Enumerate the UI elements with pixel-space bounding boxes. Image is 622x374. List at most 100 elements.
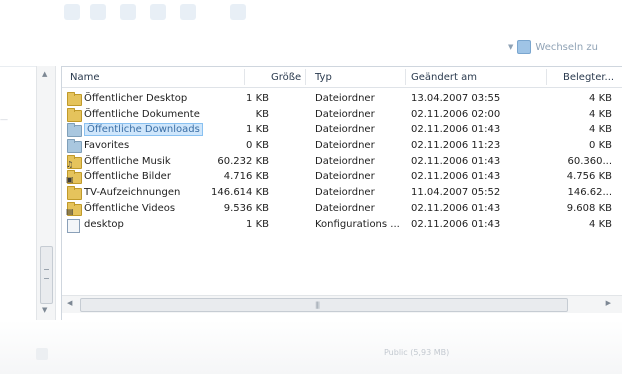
- file-name: Öffentliche Bilder: [84, 171, 171, 183]
- file-type: Dateiordner: [315, 108, 375, 120]
- file-date: 02.11.2006 11:23: [411, 140, 501, 152]
- column-header-date[interactable]: Geändert am: [411, 72, 477, 83]
- file-type: Dateiordner: [315, 124, 375, 136]
- goto-label: Wechseln zu: [535, 41, 598, 53]
- file-date: 02.11.2006 01:43: [411, 218, 501, 230]
- grip-icon: |||: [315, 301, 320, 309]
- status-bar: Public (5,93 MB): [0, 320, 622, 374]
- folder-icon: [67, 139, 82, 154]
- column-divider[interactable]: [546, 69, 547, 85]
- file-size: 146.614 KB: [211, 187, 269, 199]
- column-divider[interactable]: [305, 69, 306, 85]
- goto-link[interactable]: ▼ Wechseln zu: [508, 40, 598, 54]
- file-volume: 146.62...: [567, 187, 612, 199]
- file-size: 1 KB: [246, 124, 269, 136]
- file-volume: 60.360...: [567, 155, 612, 167]
- file-date: 02.11.2006 02:00: [411, 108, 501, 120]
- file-size: 9.536 KB: [223, 202, 269, 214]
- video-folder-icon: ▤: [66, 201, 82, 216]
- folder-icon: [67, 92, 82, 106]
- table-row[interactable]: Öffentlicher Desktop 1 KB Dateiordner 13…: [62, 92, 622, 108]
- file-type: Dateiordner: [315, 187, 375, 199]
- table-row[interactable]: ♫ Öffentliche Musik 60.232 KB Dateiordne…: [62, 154, 622, 171]
- file-size: 60.232 KB: [217, 155, 269, 167]
- column-divider[interactable]: [244, 69, 245, 85]
- status-icon: [36, 348, 48, 360]
- file-name: Öffentliche Videos: [84, 202, 176, 214]
- file-date: 11.04.2007 05:52: [411, 187, 501, 199]
- scroll-left-icon[interactable]: ◀: [67, 299, 72, 307]
- file-volume: 9.608 KB: [566, 202, 612, 214]
- navigation-pane: —: [0, 66, 36, 347]
- file-size: KB: [255, 108, 269, 120]
- file-name: TV-Aufzeichnungen: [84, 187, 181, 199]
- navigation-scrollbar[interactable]: ▲ ▼: [36, 66, 56, 342]
- file-date: 02.11.2006 01:43: [411, 124, 501, 136]
- table-row[interactable]: Favorites 0 KB Dateiordner 02.11.2006 11…: [62, 139, 622, 155]
- horizontal-scrollbar[interactable]: ◀ ||| ▶: [62, 295, 622, 313]
- grip-icon: [44, 269, 49, 279]
- share-icon[interactable]: [150, 4, 166, 20]
- chevron-down-icon: ▼: [508, 43, 514, 51]
- file-name: Öffentliche Musik: [84, 155, 171, 167]
- table-row-selected[interactable]: Öffentliche Downloads 1 KB Dateiordner 0…: [62, 123, 622, 139]
- table-row[interactable]: ▤ Öffentliche Videos 9.536 KB Dateiordne…: [62, 201, 622, 218]
- folder-icon: [67, 186, 82, 201]
- file-volume: 0 KB: [589, 140, 612, 152]
- table-row[interactable]: desktop 1 KB Konfigurations ... 02.11.20…: [62, 218, 622, 234]
- column-header-volume[interactable]: Belegter...: [563, 72, 614, 83]
- column-divider[interactable]: [405, 69, 406, 85]
- column-header-name[interactable]: Name: [70, 72, 100, 83]
- views-icon[interactable]: [90, 4, 106, 20]
- file-type: Konfigurations ...: [315, 218, 400, 230]
- file-name: desktop: [84, 218, 124, 230]
- file-volume: 4 KB: [589, 124, 612, 136]
- file-type: Dateiordner: [315, 93, 375, 104]
- pictures-folder-icon: ▣: [66, 170, 82, 185]
- navigation-pane-text: —: [0, 115, 8, 124]
- file-date: 02.11.2006 01:43: [411, 155, 501, 167]
- file-name: Öffentliche Downloads: [84, 123, 203, 137]
- file-name: Favorites: [84, 140, 130, 152]
- file-date: 02.11.2006 01:43: [411, 202, 501, 214]
- file-type: Dateiordner: [315, 155, 375, 167]
- table-row[interactable]: ▣ Öffentliche Bilder 4.716 KB Dateiordne…: [62, 170, 622, 186]
- organize-icon[interactable]: [64, 4, 80, 20]
- config-file-icon: [67, 218, 80, 233]
- scroll-up-icon[interactable]: ▲: [42, 70, 47, 78]
- file-name: Öffentliche Dokumente: [84, 108, 200, 120]
- file-size: 1 KB: [246, 93, 269, 104]
- scrollbar-thumb[interactable]: |||: [80, 298, 568, 312]
- file-size: 1 KB: [246, 218, 269, 230]
- file-date: 02.11.2006 01:43: [411, 171, 501, 183]
- file-type: Dateiordner: [315, 171, 375, 183]
- file-volume: 4 KB: [589, 93, 612, 104]
- status-text: Public (5,93 MB): [384, 348, 450, 357]
- file-size: 4.716 KB: [223, 171, 269, 183]
- file-volume: 4 KB: [589, 108, 612, 120]
- scroll-down-icon[interactable]: ▼: [42, 306, 47, 314]
- file-volume: 4.756 KB: [566, 171, 612, 183]
- folder-icon: [67, 107, 82, 122]
- scrollbar-thumb[interactable]: [40, 246, 53, 304]
- column-header-type[interactable]: Typ: [315, 72, 332, 83]
- table-row[interactable]: TV-Aufzeichnungen 146.614 KB Dateiordner…: [62, 186, 622, 202]
- folder-icon: [67, 123, 82, 138]
- toolbar: [0, 0, 622, 30]
- file-name: Öffentlicher Desktop: [84, 93, 188, 104]
- explore-icon[interactable]: [120, 4, 136, 20]
- file-volume: 4 KB: [589, 218, 612, 230]
- column-header-row: Name Größe Typ Geändert am Belegter...: [62, 67, 622, 88]
- burn-icon[interactable]: [180, 4, 196, 20]
- table-row[interactable]: Öffentliche Dokumente KB Dateiordner 02.…: [62, 107, 622, 124]
- scroll-right-icon[interactable]: ▶: [606, 299, 611, 307]
- music-folder-icon: ♫: [66, 154, 82, 169]
- file-type: Dateiordner: [315, 202, 375, 214]
- file-size: 0 KB: [246, 140, 269, 152]
- goto-icon: [517, 40, 532, 54]
- file-list: Name Größe Typ Geändert am Belegter... Ö…: [61, 66, 622, 322]
- file-type: Dateiordner: [315, 140, 375, 152]
- column-header-size[interactable]: Größe: [271, 72, 301, 83]
- properties-icon[interactable]: [230, 4, 246, 20]
- file-rows: Öffentlicher Desktop 1 KB Dateiordner 13…: [62, 92, 622, 233]
